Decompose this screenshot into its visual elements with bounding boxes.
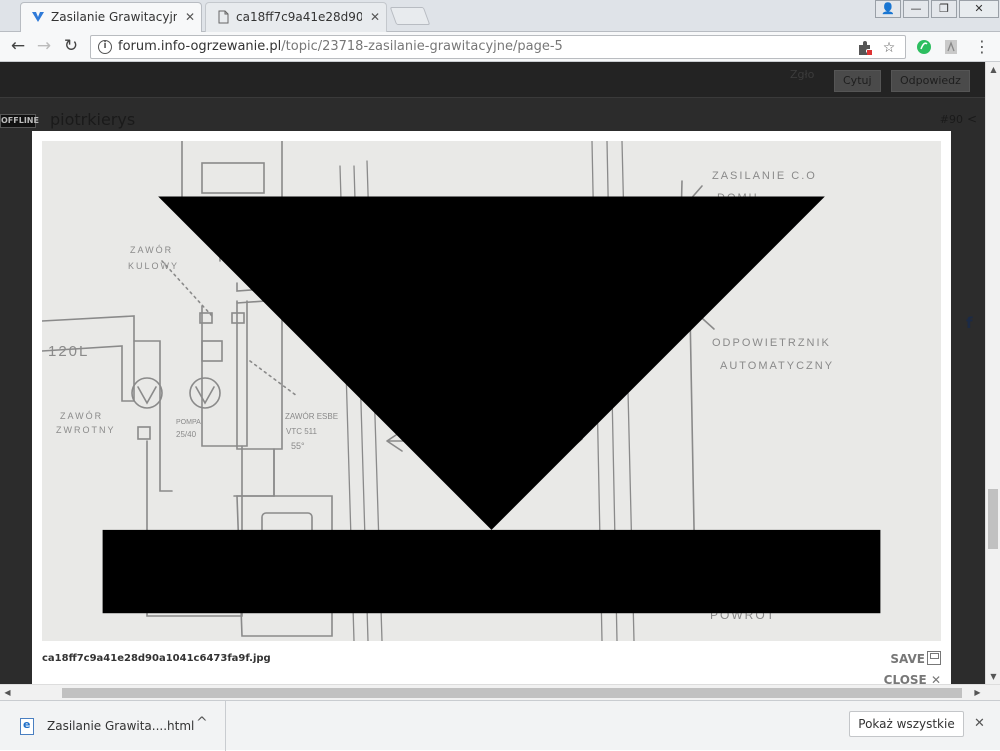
report-link[interactable]: Zgło xyxy=(790,68,814,81)
page-favicon-icon xyxy=(218,10,229,24)
reload-button[interactable]: ↻ xyxy=(59,36,83,58)
url-text[interactable]: forum.info-ogrzewanie.pl/topic/23718-zas… xyxy=(118,39,563,54)
close-window-button[interactable]: ✕ xyxy=(959,0,999,18)
vertical-scroll-thumb[interactable] xyxy=(988,489,998,549)
save-button[interactable]: SAVE xyxy=(890,651,941,666)
reply-button[interactable]: Odpowiedz xyxy=(891,70,970,92)
scroll-left-arrow-icon[interactable]: ◀ xyxy=(0,685,15,701)
horizontal-scroll-thumb[interactable] xyxy=(62,688,962,698)
puzzle-extension-icon[interactable] xyxy=(857,40,873,56)
download-file-name[interactable]: Zasilanie Grawita....html xyxy=(47,719,194,733)
pencil-sketch-image: ZASILANIE C.O DOMU ZAWÓR KULOWY 120L ZAW… xyxy=(42,141,941,641)
page-viewport: Zgło Cytuj Odpowiedz OFFLINE piotrkierys… xyxy=(0,62,985,684)
facebook-icon[interactable]: f xyxy=(966,314,973,332)
save-disk-icon xyxy=(927,651,941,665)
minimize-button[interactable]: — xyxy=(903,0,929,18)
download-item[interactable]: Zasilanie Grawita....html ^ xyxy=(0,701,226,751)
offline-badge: OFFLINE xyxy=(0,114,39,128)
restore-button[interactable]: ❐ xyxy=(931,0,957,18)
post-author[interactable]: piotrkierys xyxy=(50,110,135,129)
quote-button[interactable]: Cytuj xyxy=(834,70,881,92)
forum-favicon-icon xyxy=(32,12,44,22)
address-bar[interactable]: i forum.info-ogrzewanie.pl/topic/23718-z… xyxy=(90,35,906,59)
download-bar: Zasilanie Grawita....html ^ Pokaż wszyst… xyxy=(0,700,1000,751)
close-icon: ✕ xyxy=(930,673,941,684)
vertical-scrollbar[interactable]: ▲ ▼ xyxy=(985,62,1000,684)
share-icon[interactable]: < xyxy=(967,112,977,126)
evernote-extension-icon[interactable] xyxy=(916,39,932,55)
site-info-icon[interactable]: i xyxy=(98,40,112,54)
tab-title: ca18ff7c9a41e28d90a10 xyxy=(236,10,362,24)
browser-toolbar: ← → ↻ i forum.info-ogrzewanie.pl/topic/2… xyxy=(0,32,1000,62)
scroll-right-arrow-icon[interactable]: ▶ xyxy=(970,685,985,701)
tab-close-icon[interactable]: ✕ xyxy=(370,3,380,31)
browser-menu-icon[interactable]: ⋮ xyxy=(974,39,990,55)
back-button[interactable]: ← xyxy=(6,36,30,58)
new-tab-button[interactable] xyxy=(389,7,431,25)
horizontal-scrollbar[interactable]: ◀ ▶ xyxy=(0,684,1000,700)
zz-hourglass-icon xyxy=(102,196,881,614)
forum-post-actions: Zgło Cytuj Odpowiedz xyxy=(0,62,985,98)
bookmark-star-icon[interactable]: ☆ xyxy=(881,40,897,56)
tab-image-file[interactable]: ca18ff7c9a41e28d90a10 ✕ xyxy=(205,2,387,32)
url-path: /topic/23718-zasilanie-grawitacyjne/page… xyxy=(281,39,563,54)
post-number[interactable]: #90 xyxy=(940,113,963,126)
tab-zasilanie-grawitacyjne[interactable]: Zasilanie Grawitacyjne - ✕ xyxy=(20,2,202,32)
scroll-down-arrow-icon[interactable]: ▼ xyxy=(986,669,1000,684)
tab-close-icon[interactable]: ✕ xyxy=(185,3,195,31)
show-all-downloads-button[interactable]: Pokaż wszystkie xyxy=(849,711,964,737)
tab-title: Zasilanie Grawitacyjne - xyxy=(51,10,177,24)
forward-button[interactable]: → xyxy=(32,36,56,58)
html-file-icon xyxy=(20,718,34,735)
close-lightbox-button[interactable]: CLOSE ✕ xyxy=(884,673,941,684)
download-options-chevron-icon[interactable]: ^ xyxy=(196,715,208,731)
scroll-up-arrow-icon[interactable]: ▲ xyxy=(986,62,1000,77)
close-download-bar-icon[interactable]: ✕ xyxy=(974,716,985,731)
pdf-extension-icon[interactable] xyxy=(943,39,959,55)
image-filename: ca18ff7c9a41e28d90a1041c6473fa9f.jpg xyxy=(42,653,271,664)
tab-strip: Zasilanie Grawitacyjne - ✕ ca18ff7c9a41e… xyxy=(0,0,1000,32)
image-lightbox: ZASILANIE C.O DOMU ZAWÓR KULOWY 120L ZAW… xyxy=(32,131,951,684)
url-host: forum.info-ogrzewanie.pl xyxy=(118,39,282,54)
user-profile-icon[interactable]: 👤 xyxy=(875,0,901,18)
